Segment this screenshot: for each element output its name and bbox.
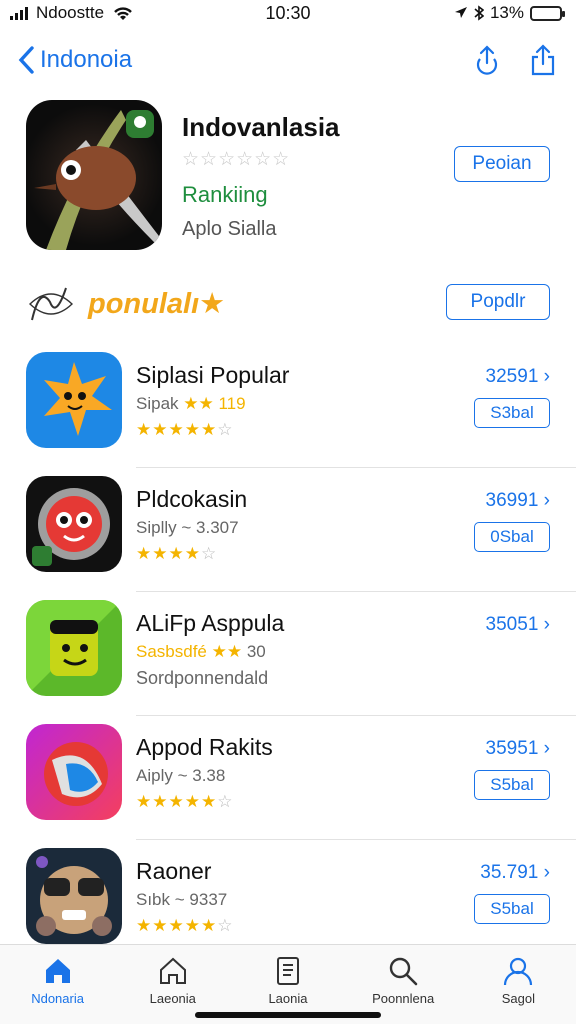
app-meta-value: 3.307: [196, 518, 239, 537]
share-icon[interactable]: [528, 43, 558, 77]
tab-today[interactable]: Ndonaria: [8, 955, 108, 1024]
status-left: Ndoostte: [10, 3, 134, 23]
app-rating: ★★★★☆: [136, 544, 217, 564]
status-right: 13%: [454, 3, 565, 23]
section-logo-icon: [28, 287, 74, 321]
rating-stars-empty: ☆: [217, 916, 234, 935]
rating-stars-full: ★★★★★: [136, 916, 218, 935]
app-meta-value: 119: [218, 394, 246, 413]
status-time: 10:30: [265, 2, 311, 23]
app-meta-value: 3.38: [192, 766, 226, 785]
app-rating: ★★★★★☆: [136, 420, 233, 440]
app-price[interactable]: 35051 ›: [486, 614, 550, 636]
nav-bar: Indonoia: [0, 34, 576, 86]
rating-stars-full: ★★★★: [136, 544, 201, 563]
search-icon: [389, 957, 418, 986]
app-get-button[interactable]: S5bal: [474, 894, 550, 924]
tab-label: Laonia: [268, 991, 308, 1006]
app-meta-stars: ★★: [183, 394, 214, 413]
app-meta: Sipak ★★ 119: [136, 394, 246, 414]
document-icon: [276, 957, 299, 985]
app-meta: Sasbsdfé ★★ 30: [136, 642, 266, 662]
app-meta-prefix: Sasbsdfé: [136, 642, 207, 661]
app-name: Appod Rakits: [136, 734, 273, 760]
featured-app-title: Indovanlasia: [182, 112, 340, 142]
app-price[interactable]: 32591 ›: [486, 366, 550, 388]
home-filled-icon: [45, 959, 70, 983]
bird-creature-icon: [34, 110, 162, 250]
featured-app-stars: ☆☆☆☆☆☆: [182, 149, 291, 170]
featured-app-subtitle: Aplo Sialla: [182, 218, 277, 240]
app-meta-stars: ★★: [211, 642, 243, 661]
list-item[interactable]: Appod Rakits Aiply ~ 3.38 ★★★★★☆ 35951 ›…: [0, 716, 576, 840]
app-meta: Sıbk ~ 9337: [136, 890, 227, 910]
app-meta: Aiply ~ 3.38: [136, 766, 225, 786]
app-name: Siplasi Popular: [136, 362, 290, 388]
app-meta: Siplly ~ 3.307: [136, 518, 239, 538]
tab-label: Sagol: [501, 991, 535, 1006]
carrier-label: Ndoostte: [36, 3, 105, 22]
app-price[interactable]: 35951 ›: [486, 738, 550, 760]
rating-stars-full: ★★★★★: [136, 420, 218, 439]
app-name: Raoner: [136, 858, 212, 884]
app-get-button[interactable]: 0Sbal: [474, 522, 550, 552]
app-get-button[interactable]: S5bal: [474, 770, 550, 800]
character-app-icon: [26, 848, 122, 944]
battery-percent: 13%: [489, 3, 524, 22]
list-item[interactable]: Siplasi Popular Sipak ★★ 119 ★★★★★☆ 3259…: [0, 344, 576, 468]
featured-app-ranking: Rankiing: [182, 182, 268, 207]
gear-robot-app-icon: [26, 476, 122, 572]
app-meta-value: 30: [246, 642, 266, 661]
app-name: Pldcokasin: [136, 486, 248, 512]
status-bar: Ndoostte 10:30 13%: [0, 0, 576, 26]
app-rating: ★★★★★☆: [136, 792, 233, 812]
app-meta-prefix: Sipak: [136, 394, 179, 413]
share-circle-icon[interactable]: [472, 43, 502, 77]
app-name: ALiFp Asppula: [136, 610, 285, 636]
app-get-button[interactable]: S3bal: [474, 398, 550, 428]
person-icon: [504, 957, 533, 986]
location-icon: [454, 7, 467, 18]
rating-stars-full: ★★★★★: [136, 792, 218, 811]
list-item[interactable]: Pldcokasin Siplly ~ 3.307 ★★★★☆ 36991 › …: [0, 468, 576, 592]
featured-app-icon[interactable]: [26, 100, 162, 250]
app-rating: ★★★★★☆: [136, 916, 233, 936]
home-indicator[interactable]: [195, 1012, 381, 1018]
featured-app-button[interactable]: Peoian: [454, 146, 550, 182]
app-price[interactable]: 35.791 ›: [480, 862, 550, 884]
sun-app-icon: [26, 352, 122, 448]
wifi-icon: [114, 7, 132, 20]
bluetooth-icon: [474, 5, 484, 21]
battery-icon: [530, 5, 565, 21]
tab-label: Laeonia: [149, 991, 196, 1006]
app-price[interactable]: 36991 ›: [486, 490, 550, 512]
tab-label: Poonnlena: [372, 991, 435, 1006]
cube-face-app-icon: [26, 600, 122, 696]
rating-stars-empty: ☆: [200, 544, 218, 563]
section-title: ponulalı★: [88, 288, 226, 320]
tab-label: Ndonaria: [31, 991, 84, 1006]
app-extra: Sordponnendald: [136, 668, 269, 688]
section-header: ponulalı★ Popdlr: [26, 282, 556, 326]
home-outline-icon: [159, 957, 186, 984]
app-meta-prefix: Sıbk ~: [136, 890, 185, 909]
rating-stars-empty: ☆: [217, 792, 234, 811]
app-meta-prefix: Aiply ~: [136, 766, 188, 785]
nav-actions: [472, 43, 558, 77]
app-meta-value: 9337: [189, 890, 228, 909]
rating-stars-empty: ☆: [217, 420, 234, 439]
tab-account[interactable]: Sagol: [468, 955, 568, 1024]
back-label: Indonoia: [40, 46, 133, 73]
section-button[interactable]: Popdlr: [446, 284, 550, 320]
app-meta-prefix: Siplly ~: [136, 518, 192, 537]
signal-icon: [10, 6, 28, 20]
sphere-app-icon: [26, 724, 122, 820]
chevron-left-icon: [18, 46, 34, 74]
featured-app: Indovanlasia ☆☆☆☆☆☆ Rankiing Aplo Sialla…: [26, 100, 556, 252]
back-button[interactable]: Indonoia: [18, 46, 132, 74]
list-item[interactable]: ALiFp Asppula Sasbsdfé ★★ 30 Sordponnend…: [0, 592, 576, 716]
